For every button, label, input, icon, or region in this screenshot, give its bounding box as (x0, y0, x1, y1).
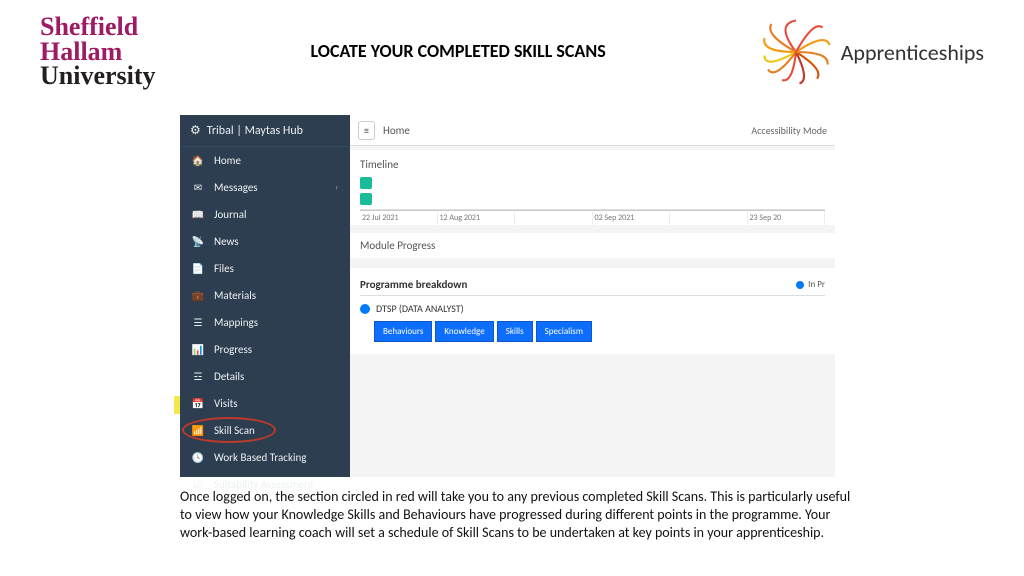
logo-line3: University (40, 64, 156, 89)
accessibility-mode[interactable]: Accessibility Mode (751, 124, 827, 137)
apprenticeships-text: Apprenticeships (841, 39, 984, 66)
timeline-date (515, 211, 593, 225)
sidebar-item-mappings[interactable]: ☰ Mappings (180, 309, 350, 336)
chart-icon: 📊 (192, 344, 204, 356)
timeline-event[interactable] (360, 177, 372, 189)
caption-text: Once logged on, the section circled in r… (180, 488, 860, 543)
sidebar-item-label: Materials (214, 289, 256, 302)
sidebar-item-label: Skill Scan (214, 424, 255, 437)
rss-icon: 📡 (192, 236, 204, 248)
sidebar-item-materials[interactable]: 💼 Materials (180, 282, 350, 309)
timeline-event[interactable] (360, 193, 372, 205)
legend-dot-icon (796, 281, 804, 289)
programme-row[interactable]: DTSP (DATA ANALYST) (360, 296, 825, 321)
chip-specialism[interactable]: Specialism (536, 321, 592, 342)
sidebar-item-messages[interactable]: ✉ Messages ‹ (180, 174, 350, 201)
timeline-date: 22 Jul 2021 (360, 211, 438, 225)
gear-icon: ⚙ (190, 123, 201, 138)
sidebar-item-label: Mappings (214, 316, 258, 329)
timeline-panel: Timeline 22 Jul 202112 Aug 2021 02 Sep 20… (350, 150, 835, 225)
bars-icon: 📶 (192, 425, 204, 437)
module-panel: Programme breakdown In Pr DTSP (DATA ANA… (350, 268, 835, 354)
list-icon: ☰ (192, 317, 204, 329)
module-progress-label: Module Progress (350, 233, 835, 258)
sidebar-item-visits[interactable]: 📅 Visits (180, 390, 350, 417)
sidebar-item-work-based-tracking[interactable]: 🕓 Work Based Tracking (180, 444, 350, 471)
chevron-left-icon: ‹ (335, 182, 338, 193)
legend: In Pr (796, 279, 825, 290)
sunburst-icon (761, 17, 831, 87)
chip-behaviours[interactable]: Behaviours (374, 321, 432, 342)
shu-logo: Sheffield Hallam University (40, 15, 156, 89)
sidebar-item-progress[interactable]: 📊 Progress (180, 336, 350, 363)
logo-line1: Sheffield (40, 15, 156, 40)
home-icon: 🏠 (192, 155, 204, 167)
breadcrumb[interactable]: Home (383, 124, 410, 137)
programme-breakdown-title: Programme breakdown (360, 274, 796, 295)
timeline-date: 02 Sep 2021 (593, 211, 671, 225)
sidebar-brand: ⚙ Tribal | Maytas Hub (180, 115, 350, 147)
topbar: ≡ Home Accessibility Mode (350, 115, 835, 146)
timeline-label: Timeline (360, 154, 825, 175)
sidebar-item-label: Files (214, 262, 234, 275)
envelope-icon: ✉ (192, 182, 204, 194)
briefcase-icon: 💼 (192, 290, 204, 302)
sidebar-item-label: Work Based Tracking (214, 451, 306, 464)
sidebar-item-label: Journal (214, 208, 247, 221)
timeline-date: 23 Sep 20 (748, 211, 826, 225)
sidebar-item-label: News (214, 235, 239, 248)
sidebar-item-label: Progress (214, 343, 252, 356)
sidebar-item-label: Visits (214, 397, 238, 410)
sidebar-item-skill-scan[interactable]: 📶 Skill Scan (180, 417, 350, 444)
content-area: ≡ Home Accessibility Mode Timeline 22 Ju… (350, 115, 835, 477)
sidebar-item-news[interactable]: 📡 News (180, 228, 350, 255)
file-icon: 📄 (192, 263, 204, 275)
brand-text: Tribal | Maytas Hub (207, 124, 303, 138)
status-dot-icon (360, 304, 370, 314)
sidebar-item-label: Details (214, 370, 244, 383)
chip-knowledge[interactable]: Knowledge (435, 321, 493, 342)
app-screenshot: ⚙ Tribal | Maytas Hub 🏠 Home ✉ Messages ‹ 📖 Jo… (180, 115, 835, 477)
chips-row: BehavioursKnowledgeSkillsSpecialism (360, 321, 825, 348)
chip-skills[interactable]: Skills (497, 321, 533, 342)
sidebar-item-files[interactable]: 📄 Files (180, 255, 350, 282)
sidebar-item-journal[interactable]: 📖 Journal (180, 201, 350, 228)
timeline-date: 12 Aug 2021 (438, 211, 516, 225)
sidebar-item-label: Home (214, 154, 241, 167)
sidebar-item-home[interactable]: 🏠 Home (180, 147, 350, 174)
clock-icon: 🕓 (192, 452, 204, 464)
menu-toggle-button[interactable]: ≡ (358, 121, 375, 140)
timeline-date (670, 211, 748, 225)
timeline-track (360, 175, 825, 210)
book-icon: 📖 (192, 209, 204, 221)
sidebar-item-details[interactable]: ☲ Details (180, 363, 350, 390)
sidebar-item-label: Messages (214, 181, 258, 194)
programme-name: DTSP (DATA ANALYST) (376, 302, 464, 315)
legend-text: In Pr (808, 279, 825, 290)
calendar-icon: 📅 (192, 398, 204, 410)
page-title: LOCATE YOUR COMPLETED SKILL SCANS (311, 41, 606, 63)
lines-icon: ☲ (192, 371, 204, 383)
timeline-dates: 22 Jul 202112 Aug 2021 02 Sep 2021 23 Sep … (360, 210, 825, 225)
sidebar: ⚙ Tribal | Maytas Hub 🏠 Home ✉ Messages ‹ 📖 Jo… (180, 115, 350, 477)
apprenticeships-logo: Apprenticeships (761, 17, 984, 87)
